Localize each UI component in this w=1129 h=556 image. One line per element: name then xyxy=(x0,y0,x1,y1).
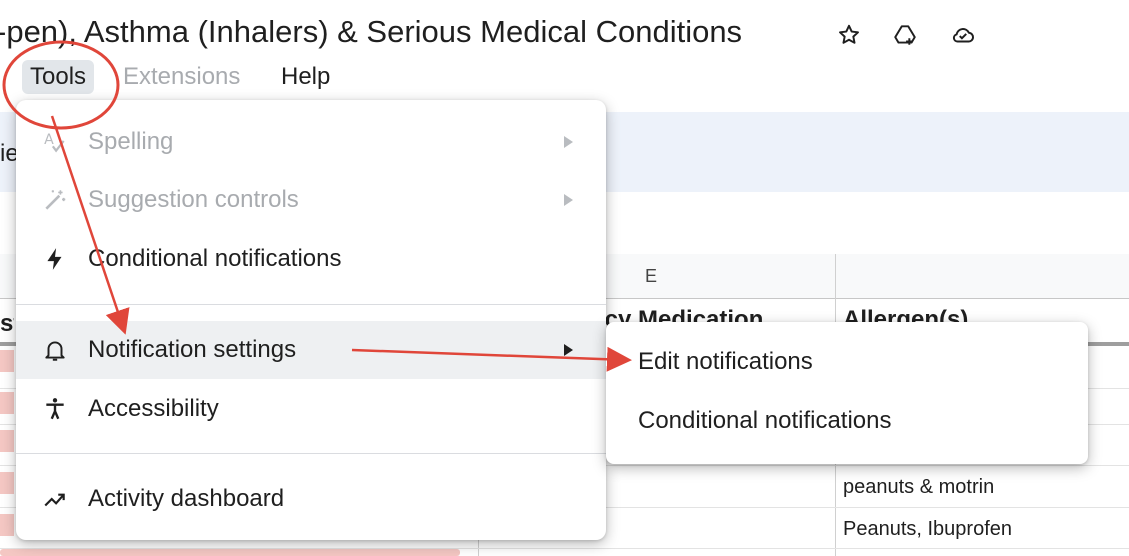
allergen-cell[interactable]: peanuts & motrin xyxy=(843,476,994,499)
menu-item-label: Accessibility xyxy=(88,395,219,422)
menu-item-notification-settings[interactable]: Notification settings xyxy=(16,321,606,379)
allergen-cell[interactable]: Peanuts, Ibuprofen xyxy=(843,518,1012,541)
menu-separator xyxy=(16,453,606,454)
submenu-arrow-icon xyxy=(564,344,573,356)
svg-text:A: A xyxy=(44,132,54,148)
highlighted-cell[interactable] xyxy=(0,472,14,494)
menu-item-spelling[interactable]: A Spelling xyxy=(16,113,606,171)
menu-item-label: Conditional notifications xyxy=(88,245,342,272)
menu-item-label: Suggestion controls xyxy=(88,186,299,213)
menu-item-activity-dashboard[interactable]: Activity dashboard xyxy=(16,470,606,528)
header-cell-partial[interactable]: st xyxy=(0,310,14,332)
document-title[interactable]: -pen), Asthma (Inhalers) & Serious Medic… xyxy=(0,14,742,50)
menu-help[interactable]: Help xyxy=(273,60,338,94)
submenu-item-label: Edit notifications xyxy=(638,348,813,375)
trending-up-icon xyxy=(40,484,70,514)
column-e-header[interactable]: E xyxy=(645,266,657,287)
menu-item-conditional-notifications[interactable]: Conditional notifications xyxy=(16,230,606,288)
notification-settings-submenu: Edit notifications Conditional notificat… xyxy=(606,322,1088,464)
menu-tools[interactable]: Tools xyxy=(22,60,95,94)
bell-icon xyxy=(40,335,70,365)
move-to-drive-icon[interactable] xyxy=(890,20,920,50)
menu-item-suggestion-controls[interactable]: Suggestion controls xyxy=(16,171,606,229)
spellcheck-icon: A xyxy=(40,127,70,157)
star-icon[interactable] xyxy=(834,20,864,50)
highlighted-cell xyxy=(0,549,460,556)
submenu-item-edit-notifications[interactable]: Edit notifications xyxy=(606,334,1088,392)
menu-item-label: Activity dashboard xyxy=(88,485,285,512)
highlighted-cell[interactable] xyxy=(0,514,14,536)
menu-item-label: Notification settings xyxy=(88,336,297,363)
accessibility-icon xyxy=(40,394,70,424)
cloud-saved-icon[interactable] xyxy=(948,20,978,50)
lightning-bolt-icon xyxy=(40,244,70,274)
highlighted-cell[interactable] xyxy=(0,430,14,452)
menu-item-accessibility[interactable]: Accessibility xyxy=(16,380,606,438)
submenu-arrow-icon xyxy=(564,194,573,206)
submenu-item-label: Conditional notifications xyxy=(638,407,892,434)
submenu-item-conditional-notifications[interactable]: Conditional notifications xyxy=(606,393,1088,451)
magic-wand-icon xyxy=(40,185,70,215)
menu-item-label: Spelling xyxy=(88,128,174,155)
menu-extensions[interactable]: Extensions xyxy=(115,60,248,94)
highlighted-cell[interactable] xyxy=(0,392,14,414)
menu-separator xyxy=(16,304,606,305)
tools-menu-dropdown: A Spelling Suggestion controls Condition… xyxy=(16,100,606,540)
submenu-arrow-icon xyxy=(564,136,573,148)
highlighted-cell[interactable] xyxy=(0,350,14,372)
